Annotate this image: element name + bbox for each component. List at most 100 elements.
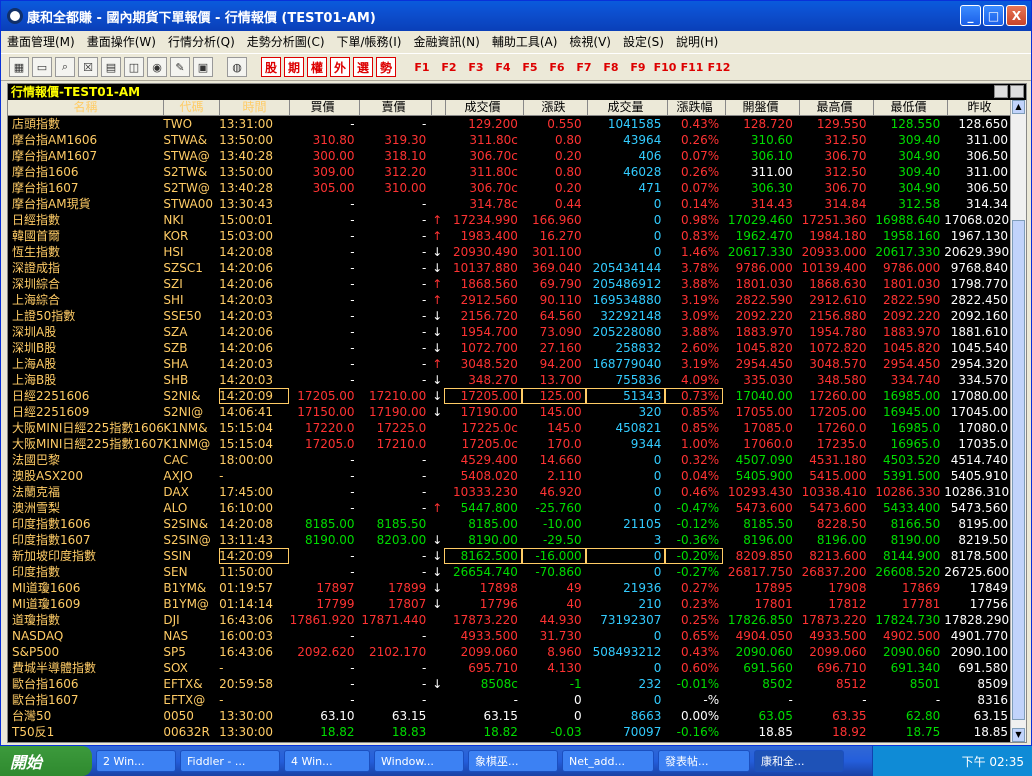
task-fiddler[interactable]: Fiddler - ...	[180, 750, 280, 772]
col-open[interactable]: 開盤價	[726, 100, 800, 116]
table-row[interactable]: 法蘭克福 DAX 17:45:00 - - 10333.230 46.920 0 0.46% 10…	[8, 484, 1012, 500]
table-row[interactable]: 摩台指AM現貨 STWA00 13:30:43 - - 314.78c 0.44 0 0.14%…	[8, 196, 1012, 212]
table-row[interactable]: 歐台指1606 EFTX& 20:59:58- - ↓ 8508c -1 232 -0.01% 8…	[8, 676, 1012, 692]
table-row[interactable]: 澳洲雪梨 ALO 16:10:00- - ↑ 5447.800 -25.760 0 -0.47%…	[8, 500, 1012, 516]
menu-screen-manage[interactable]: 畫面管理(M)	[1, 33, 81, 50]
table-row[interactable]: 大阪MINI日經225指數1606 K1NM& 15:15:04 17220.0 172…	[8, 420, 1012, 436]
f2-button[interactable]: F2	[437, 61, 461, 74]
task-explorer[interactable]: 4 Win...	[284, 750, 370, 772]
table-row[interactable]: 日經2251606 S2NI& 14:20:09 17205.00 17210.00 ↓ 1…	[8, 388, 1012, 404]
globe-icon[interactable]: ◉	[147, 57, 167, 77]
table-row[interactable]: 摩台指1607 S2TW@ 13:40:28 305.00 310.00 306.70c 0…	[8, 180, 1012, 196]
table-row[interactable]: 摩台指AM1607 STWA@ 13:40:28 300.00 318.10 306.70…	[8, 148, 1012, 164]
stock-button[interactable]: 股	[261, 57, 281, 77]
col-code[interactable]: 代碼	[164, 100, 220, 116]
close-window-icon[interactable]: ☒	[78, 57, 98, 77]
f8-button[interactable]: F8	[599, 61, 623, 74]
menu-screen-operate[interactable]: 畫面操作(W)	[81, 33, 162, 50]
close-button[interactable]: X	[1006, 5, 1027, 26]
f10-button[interactable]: F10	[653, 61, 677, 74]
menu-finance-info[interactable]: 金融資訊(N)	[407, 33, 485, 50]
restore-panel-icon[interactable]	[994, 85, 1008, 98]
table-row[interactable]: 日經2251609 S2NI@ 14:06:41 17150.00 17190.00 ↓ 1…	[8, 404, 1012, 420]
col-low[interactable]: 最低價	[874, 100, 948, 116]
table-row[interactable]: 大阪MINI日經225指數1607 K1NM@ 15:15:04 17205.0 172…	[8, 436, 1012, 452]
table-row[interactable]: 店頭指數 TWO 13:31:00 - - 129.200 0.550 1041585 0.43…	[8, 116, 1012, 132]
search-icon[interactable]: ⌕	[55, 57, 75, 77]
f1-button[interactable]: F1	[410, 61, 434, 74]
brand-logo-icon[interactable]: ◍	[227, 57, 247, 77]
table-row[interactable]: 深證成指 SZSC1 14:20:06- - ↓ 10137.880 369.040 2054…	[8, 260, 1012, 276]
scroll-down-icon[interactable]: ▼	[1012, 728, 1025, 742]
col-arrow[interactable]	[432, 100, 446, 116]
menu-settings[interactable]: 設定(S)	[617, 33, 670, 50]
maximize-button[interactable]: □	[983, 5, 1004, 26]
options-button[interactable]: 權	[307, 57, 327, 77]
panel-menu-icon[interactable]	[1010, 85, 1024, 98]
table-row[interactable]: 上海綜合 SHI 14:20:03- - ↑ 2912.560 90.110 16953488…	[8, 292, 1012, 308]
task-cmd[interactable]: 2 Win...	[96, 750, 176, 772]
table-icon[interactable]: ▤	[101, 57, 121, 77]
menu-view[interactable]: 檢視(V)	[563, 33, 617, 50]
menu-quote-analysis[interactable]: 行情分析(Q)	[162, 33, 241, 50]
monitor-icon[interactable]: ▭	[32, 57, 52, 77]
task-window[interactable]: Window...	[374, 750, 464, 772]
scroll-up-icon[interactable]: ▲	[1012, 100, 1025, 114]
table-row[interactable]: 恆生指數 HSI 14:20:08- - ↓ 20930.490 301.100 0 1.46%…	[8, 244, 1012, 260]
foreign-button[interactable]: 外	[330, 57, 350, 77]
col-high[interactable]: 最高價	[800, 100, 874, 116]
title-bar[interactable]: 康和全都賺 - 國內期貨下單報價 - 行情報價 (TEST01-AM) _ □ …	[1, 1, 1031, 31]
task-chess[interactable]: 象棋巫...	[468, 750, 558, 772]
table-row[interactable]: 印度指數 SEN 11:50:00- - ↓ 26654.740 -70.860 0 -0.27…	[8, 564, 1012, 580]
table-row[interactable]: 深圳B股 SZB 14:20:06- - ↓ 1072.700 27.160 258832 2.…	[8, 340, 1012, 356]
table-row[interactable]: 費城半導體指數 SOX - - - 695.710 4.130 0 0.60% 691.560 69…	[8, 660, 1012, 676]
f3-button[interactable]: F3	[464, 61, 488, 74]
table-row[interactable]: 澳股ASX200 AXJO - - - 5408.020 2.110 0 0.04% 5405.9…	[8, 468, 1012, 484]
table-row[interactable]: 法國巴黎 CAC 18:00:00 - - 4529.400 14.660 0 0.32% 450…	[8, 452, 1012, 468]
task-browser[interactable]: 發表帖...	[658, 750, 750, 772]
futures-button[interactable]: 期	[284, 57, 304, 77]
f4-button[interactable]: F4	[491, 61, 515, 74]
task-net-add[interactable]: Net_add...	[562, 750, 654, 772]
start-button[interactable]: 開始	[0, 746, 92, 776]
col-volume[interactable]: 成交量	[588, 100, 668, 116]
f9-button[interactable]: F9	[626, 61, 650, 74]
col-change[interactable]: 漲跌	[524, 100, 588, 116]
col-bid[interactable]: 買價	[290, 100, 360, 116]
table-row[interactable]: 上海A股 SHA 14:20:03- - ↑ 3048.520 94.200 16877904…	[8, 356, 1012, 372]
menu-tools[interactable]: 輔助工具(A)	[486, 33, 564, 50]
table-row[interactable]: 台灣50 0050 13:30:00 63.10 63.15 63.15 0 8663 0.00…	[8, 708, 1012, 724]
menu-trend-chart[interactable]: 走勢分析圖(C)	[241, 33, 331, 50]
select-button[interactable]: 選	[353, 57, 373, 77]
f12-button[interactable]: F12	[707, 61, 731, 74]
f7-button[interactable]: F7	[572, 61, 596, 74]
trend-button[interactable]: 勢	[376, 57, 396, 77]
f5-button[interactable]: F5	[518, 61, 542, 74]
col-ask[interactable]: 賣價	[360, 100, 432, 116]
col-time[interactable]: 時間	[220, 100, 290, 116]
table-row[interactable]: 上海B股 SHB 14:20:03- - ↓ 348.270 13.700 755836 4.0…	[8, 372, 1012, 388]
table-row[interactable]: T50反1 00632R 13:30:00 18.82 18.83 18.82 -0.03 7…	[8, 724, 1012, 740]
menu-order-account[interactable]: 下單/帳務(I)	[331, 33, 408, 50]
table-row[interactable]: NASDAQ NAS 16:00:03 - - 4933.500 31.730 0 0.65% 4…	[8, 628, 1012, 644]
table-row[interactable]: MI道瓊1609 B1YM@ 01:14:14 17799 17807 ↓ 17796 40 2…	[8, 596, 1012, 612]
table-row[interactable]: 摩台指1606 S2TW& 13:50:00 309.00 312.20 311.80c 0…	[8, 164, 1012, 180]
table-row[interactable]: 韓國首爾 KOR 15:03:00- - ↑ 1983.400 16.270 0 0.83% 19…	[8, 228, 1012, 244]
col-last[interactable]: 成交價	[446, 100, 524, 116]
f6-button[interactable]: F6	[545, 61, 569, 74]
f11-button[interactable]: F11	[680, 61, 704, 74]
col-pct[interactable]: 漲跌幅	[668, 100, 726, 116]
table-row[interactable]: 印度指數1607 S2SIN@ 13:11:43 8190.00 8203.00 ↓ 819…	[8, 532, 1012, 548]
col-name[interactable]: 名稱	[8, 100, 164, 116]
col-prev-close[interactable]: 昨收	[948, 100, 1016, 116]
table-row[interactable]: 歐台指1607 EFTX@ - - - -0 0 -% - - -8316	[8, 692, 1012, 708]
table-row[interactable]: 上證50指數 SSE50 14:20:03- - ↓ 2156.720 64.560 3229…	[8, 308, 1012, 324]
table-row[interactable]: S&P500 SP5 16:43:06 2092.620 2102.170 2099.06…	[8, 644, 1012, 660]
menu-help[interactable]: 說明(H)	[670, 33, 724, 50]
window-icon[interactable]: ▣	[193, 57, 213, 77]
layout-icon[interactable]: ▦	[9, 57, 29, 77]
table-row[interactable]: 深圳A股 SZA 14:20:06- - ↓ 1954.700 73.090 20522808…	[8, 324, 1012, 340]
table-row[interactable]: 新加坡印度指數 SSIN 14:20:09- - ↓ 8162.500 -16.000 0 -0…	[8, 548, 1012, 564]
task-kanghe[interactable]: 康和全...	[754, 750, 844, 772]
split-icon[interactable]: ◫	[124, 57, 144, 77]
